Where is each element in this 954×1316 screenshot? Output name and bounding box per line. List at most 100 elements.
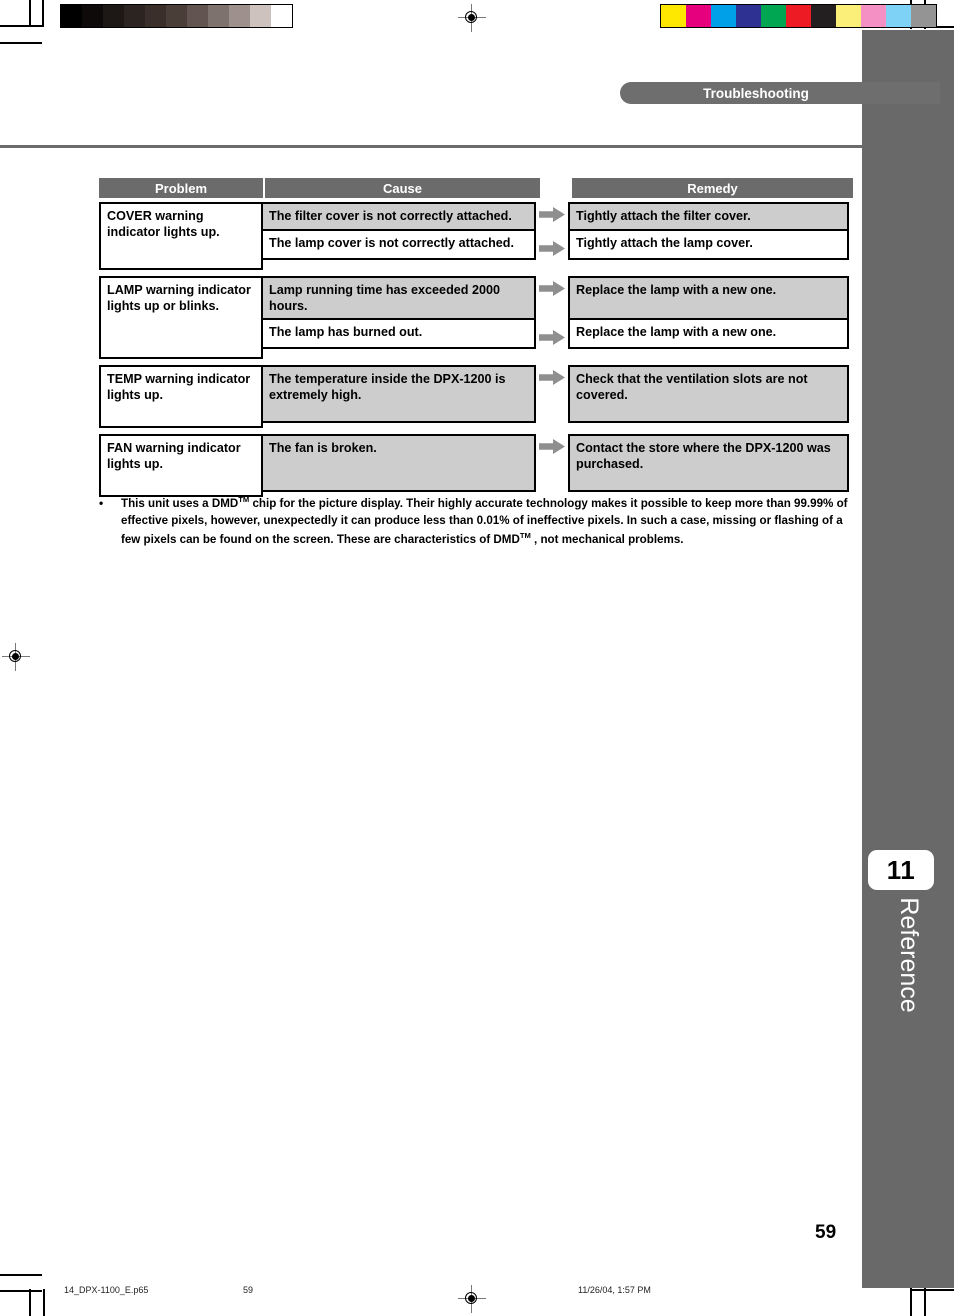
remedy-cell: Tightly attach the filter cover. [568,202,849,231]
table-row-group: FAN warning indicator lights up. The fan … [99,434,853,497]
gray-patch-2 [103,5,124,27]
color-patch-4 [761,5,786,27]
crop-line [29,0,31,27]
right-arrow-icon [536,365,568,428]
color-patch-2 [711,5,736,27]
gray-patch-6 [187,5,208,27]
table-body: COVER warning indicator lights up. The fi… [99,202,853,497]
arrow-column [536,276,568,359]
gray-patch-4 [145,5,166,27]
registration-dot [12,653,19,660]
chapter-side-label: Reference [895,897,924,1013]
color-patch-6 [811,5,836,27]
remedy-column: Replace the lamp with a new one. Replace … [568,276,849,359]
cause-cell: The filter cover is not correctly attach… [261,202,536,231]
remedy-cell: Contact the store where the DPX-1200 was… [568,434,849,492]
table-header-row: Problem Cause Remedy [99,178,853,198]
right-arrow-icon [536,325,568,359]
problem-column: FAN warning indicator lights up. [99,434,263,497]
color-patch-3 [736,5,761,27]
footer-filename: 14_DPX-1100_E.p65 [64,1285,149,1295]
remedy-column: Tightly attach the filter cover. Tightly … [568,202,849,270]
color-patch-9 [886,5,911,27]
problem-cell: LAMP warning indicator lights up or blin… [99,276,263,359]
crop-line [0,1274,42,1276]
troubleshooting-table: Problem Cause Remedy COVER warning indic… [99,178,853,497]
cause-column: The filter cover is not correctly attach… [261,202,536,270]
gray-patch-9 [250,5,271,27]
cause-column: Lamp running time has exceeded 2000 hour… [261,276,536,359]
cause-cell: Lamp running time has exceeded 2000 hour… [261,276,536,320]
section-title-banner: Troubleshooting [620,82,940,104]
registration-mark-bottom [458,1285,486,1313]
color-patch-10 [911,5,936,27]
page-number: 59 [815,1222,837,1243]
registration-dot [468,1295,475,1302]
color-patch-8 [861,5,886,27]
remedy-cell: Check that the ventilation slots are not… [568,365,849,423]
trademark-superscript: TM [238,495,250,504]
color-patch-7 [836,5,861,27]
registration-mark-left [2,643,30,671]
cause-cell: The fan is broken. [261,434,536,492]
color-patch-5 [786,5,811,27]
color-patch-1 [686,5,711,27]
remedy-cell: Tightly attach the lamp cover. [568,231,849,260]
crop-line [0,1290,42,1292]
registration-mark-top [458,4,486,32]
cause-cell: The lamp cover is not correctly attached… [261,231,536,260]
crop-line [42,0,44,27]
table-row-group: LAMP warning indicator lights up or blin… [99,276,853,359]
right-arrow-icon [536,276,568,325]
gray-patch-8 [229,5,250,27]
problem-column: COVER warning indicator lights up. [99,202,263,270]
gray-patch-5 [166,5,187,27]
trademark-superscript: TM [519,531,531,541]
crop-line [912,1289,954,1291]
column-header-remedy: Remedy [572,178,853,198]
color-patch-0 [661,5,686,27]
right-arrow-icon [536,236,568,270]
column-header-problem: Problem [99,178,263,198]
remedy-column: Check that the ventilation slots are not… [568,365,849,428]
arrow-column [536,365,568,428]
problem-cell: COVER warning indicator lights up. [99,202,263,270]
cause-cell: The temperature inside the DPX-1200 is e… [261,365,536,423]
cause-cell: The lamp has burned out. [261,320,536,349]
crop-line [910,1288,912,1316]
arrow-column [536,202,568,270]
problem-column: TEMP warning indicator lights up. [99,365,263,428]
cause-column: The fan is broken. [261,434,536,497]
registration-dot [468,14,475,21]
remedy-cell: Replace the lamp with a new one. [568,276,849,320]
problem-cell: FAN warning indicator lights up. [99,434,263,497]
gray-patch-1 [82,5,103,27]
color-calibration-bar [660,4,937,28]
footer-page: 59 [243,1285,254,1295]
header-divider-rule [0,145,862,148]
gray-patch-0 [61,5,82,27]
crop-line [29,1289,31,1316]
note-text: This unit uses a DMDTM chip for the pict… [121,495,848,546]
crop-line [924,1288,926,1316]
gray-patch-10 [271,5,292,27]
right-arrow-icon [536,434,568,497]
note-bullet: • [99,496,104,510]
problem-column: LAMP warning indicator lights up or blin… [99,276,263,359]
remedy-cell: Replace the lamp with a new one. [568,320,849,349]
gray-patch-7 [208,5,229,27]
grayscale-calibration-wedge [60,4,293,28]
arrow-column [536,434,568,497]
cause-column: The temperature inside the DPX-1200 is e… [261,365,536,428]
column-header-cause: Cause [265,178,540,198]
crop-line [0,25,42,27]
crop-line [43,1289,45,1316]
crop-line [0,42,42,44]
problem-cell: TEMP warning indicator lights up. [99,365,263,428]
remedy-column: Contact the store where the DPX-1200 was… [568,434,849,497]
chapter-number-badge: 11 [868,850,934,890]
table-row-group: TEMP warning indicator lights up. The tem… [99,365,853,428]
table-row-group: COVER warning indicator lights up. The fi… [99,202,853,270]
footer-timestamp: 11/26/04, 1:57 PM [578,1285,651,1295]
dmd-note: • This unit uses a DMDTM chip for the pi… [99,494,851,549]
